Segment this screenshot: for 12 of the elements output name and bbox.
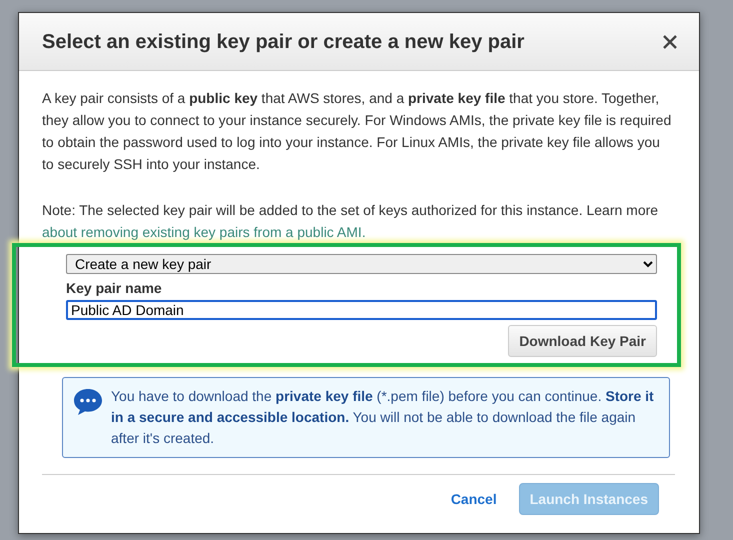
intro-paragraph: A key pair consists of a public key that AWS stores, and a private key file that you store. Together, they allow you to connect to your instance securely. For Windows AMIs, the private key file is required to obtain the password used to log into your instance. For Linux AMIs, the private key file allows you to securely SSH into your instance. xyxy=(42,89,672,174)
close-icon[interactable] xyxy=(663,34,677,48)
learn-more-link[interactable]: about removing existing key pairs from a public AMI. xyxy=(42,224,366,240)
cancel-button[interactable]: Cancel xyxy=(444,484,503,514)
chat-bubble-icon xyxy=(73,388,103,416)
key-pair-select[interactable]: Create a new key pair xyxy=(66,254,657,274)
note-text: Note: The selected key pair will be added to the set of keys authorized for this instance. Learn more xyxy=(42,202,658,218)
info-message: You have to download the private key file (*.pem file) before you can continue. Store it in a secure and accessible location. You will not be able to download the file again after it's created. xyxy=(111,387,655,448)
download-key-pair-button[interactable]: Download Key Pair xyxy=(508,325,657,357)
key-pair-name-field[interactable]: Public AD Domain xyxy=(66,300,657,320)
field-label: Key pair name xyxy=(66,279,163,298)
dialog-title: Select an existing key pair or create a new key pair xyxy=(42,30,524,54)
